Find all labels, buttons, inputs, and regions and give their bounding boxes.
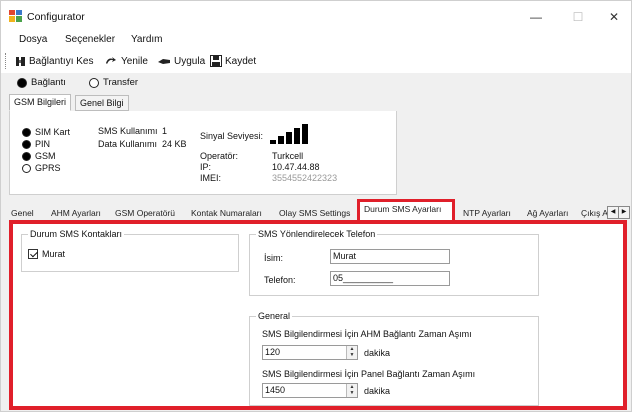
disconnect-button[interactable]: Bağlantıyı Kes (15, 54, 93, 68)
ip-label: IP: (200, 162, 212, 172)
signal-bar (278, 136, 284, 144)
panel-timeout-value: 1450 (265, 385, 286, 395)
menu-bar: Dosya Seçenekler Yardım (1, 31, 631, 49)
contact-name: Murat (42, 249, 66, 259)
refresh-icon (106, 56, 116, 64)
disconnect-label: Bağlantıyı Kes (29, 55, 94, 67)
save-label: Kaydet (225, 55, 257, 67)
mode-selector: Bağlantı Transfer (1, 73, 631, 93)
spinner-icon[interactable]: ▲ ▼ (346, 384, 357, 397)
status-label: SIM Kart (35, 127, 71, 137)
tab-output-settings[interactable]: Çıkış A (579, 206, 607, 220)
data-usage-label: Data Kullanımı (98, 139, 158, 149)
save-icon (210, 55, 222, 67)
imei-value: 3554552422323 (272, 173, 338, 183)
transfer-radio[interactable]: Transfer (89, 77, 138, 88)
ahm-timeout-stepper[interactable]: 120 ▲ ▼ (262, 345, 358, 360)
phone-field[interactable]: 05__________ (330, 271, 450, 286)
close-icon[interactable]: ✕ (597, 7, 631, 27)
maximize-icon[interactable]: ☐ (561, 7, 595, 27)
title-bar: Configurator — ☐ ✕ (1, 1, 631, 31)
app-icon (9, 10, 22, 22)
refresh-label: Yenile (121, 55, 148, 67)
sms-contacts-title: Durum SMS Kontakları (28, 229, 125, 239)
sms-contacts-group: Durum SMS Kontakları Murat (21, 229, 239, 272)
status-pin: PIN (22, 139, 50, 149)
menu-options[interactable]: Seçenekler (65, 34, 115, 45)
name-label: İsim: (264, 253, 283, 263)
sms-usage-value: 1 (162, 126, 168, 136)
status-gsm: GSM (22, 151, 56, 161)
status-label: GPRS (35, 163, 61, 173)
signal-strength-icon (270, 124, 308, 144)
forward-phone-group: SMS Yönlendirelecek Telefon İsim: Murat … (249, 229, 539, 296)
tab-event-sms-settings[interactable]: Olay SMS Settings (277, 206, 355, 220)
window-title: Configurator (27, 11, 85, 23)
menu-help[interactable]: Yardım (131, 34, 163, 45)
save-button[interactable]: Kaydet (210, 54, 256, 68)
phone-label: Telefon: (264, 275, 296, 285)
status-label: PIN (35, 139, 51, 149)
toolbar-grip[interactable] (5, 53, 8, 69)
apply-button[interactable]: Uygula (157, 54, 205, 68)
spinner-icon[interactable]: ▲ ▼ (346, 346, 357, 359)
signal-bar (294, 128, 300, 144)
tab-network-settings[interactable]: Ağ Ayarları (525, 206, 575, 220)
radio-unchecked-icon (89, 77, 99, 88)
status-dot-icon (22, 127, 31, 137)
tab-contact-numbers[interactable]: Kontak Numaraları (189, 206, 271, 220)
radio-checked-icon (17, 77, 27, 88)
status-label: GSM (35, 151, 56, 161)
status-sim: SIM Kart (22, 127, 70, 137)
signal-bar (302, 124, 308, 144)
settings-tabs: Genel AHM Ayarları GSM Operatörü Kontak … (9, 199, 630, 221)
contact-checkbox[interactable]: Murat (28, 249, 65, 259)
status-dot-empty-icon (22, 163, 31, 173)
tab-general[interactable]: Genel (9, 206, 45, 220)
signal-bar (270, 140, 276, 144)
refresh-button[interactable]: Yenile (104, 54, 148, 68)
connection-radio[interactable]: Bağlantı (17, 77, 66, 88)
sms-usage-label: SMS Kullanımı (98, 126, 158, 136)
tab-scroll-right-icon[interactable]: ▶ (618, 206, 630, 219)
imei-label: IMEI: (200, 173, 222, 183)
tab-gsm-info[interactable]: GSM Bilgileri (9, 94, 72, 111)
ahm-timeout-unit: dakika (364, 348, 391, 358)
tab-ahm-settings[interactable]: AHM Ayarları (49, 206, 107, 220)
forward-phone-title: SMS Yönlendirelecek Telefon (256, 229, 378, 239)
ip-value: 10.47.44.88 (272, 162, 320, 172)
gsm-info-panel: SIM Kart PIN GSM GPRS SMS Kullanımı 1 Da… (9, 111, 397, 195)
connection-label: Bağlantı (31, 77, 66, 88)
status-gprs: GPRS (22, 163, 61, 173)
apply-label: Uygula (174, 55, 206, 67)
configurator-window: Configurator — ☐ ✕ Dosya Seçenekler Yard… (0, 0, 632, 412)
tab-gsm-operator[interactable]: GSM Operatörü (113, 206, 183, 220)
panel-timeout-label: SMS Bilgilendirmesi İçin Panel Bağlantı … (262, 369, 476, 379)
tab-status-sms-settings[interactable]: Durum SMS Ayarları (357, 199, 455, 221)
name-field[interactable]: Murat (330, 249, 450, 264)
general-title: General (256, 311, 293, 321)
signal-bar (286, 132, 292, 144)
status-dot-icon (22, 139, 31, 149)
ahm-timeout-value: 120 (265, 347, 281, 357)
panel-timeout-unit: dakika (364, 386, 391, 396)
apply-icon (158, 58, 170, 64)
data-usage-value: 24 KB (162, 139, 187, 149)
disconnect-icon (16, 56, 25, 66)
status-sms-settings-panel: Durum SMS Kontakları Murat SMS Yönlendir… (9, 220, 627, 410)
ahm-timeout-label: SMS Bilgilendirmesi İçin AHM Bağlantı Za… (262, 329, 472, 339)
menu-file[interactable]: Dosya (19, 34, 47, 45)
operator-value: Turkcell (272, 151, 304, 161)
general-group: General SMS Bilgilendirmesi İçin AHM Bağ… (249, 311, 539, 406)
minimize-icon[interactable]: — (519, 7, 553, 27)
tab-ntp-settings[interactable]: NTP Ayarları (461, 206, 519, 220)
panel-timeout-stepper[interactable]: 1450 ▲ ▼ (262, 383, 358, 398)
checkbox-checked-icon (28, 249, 38, 259)
status-dot-icon (22, 151, 31, 161)
signal-label: Sinyal Seviyesi: (200, 131, 264, 141)
transfer-label: Transfer (103, 77, 139, 88)
tab-general-info[interactable]: Genel Bilgi (75, 95, 129, 111)
operator-label: Operatör: (200, 151, 239, 161)
toolbar: Bağlantıyı Kes Yenile Uygula Kaydet (1, 49, 631, 73)
